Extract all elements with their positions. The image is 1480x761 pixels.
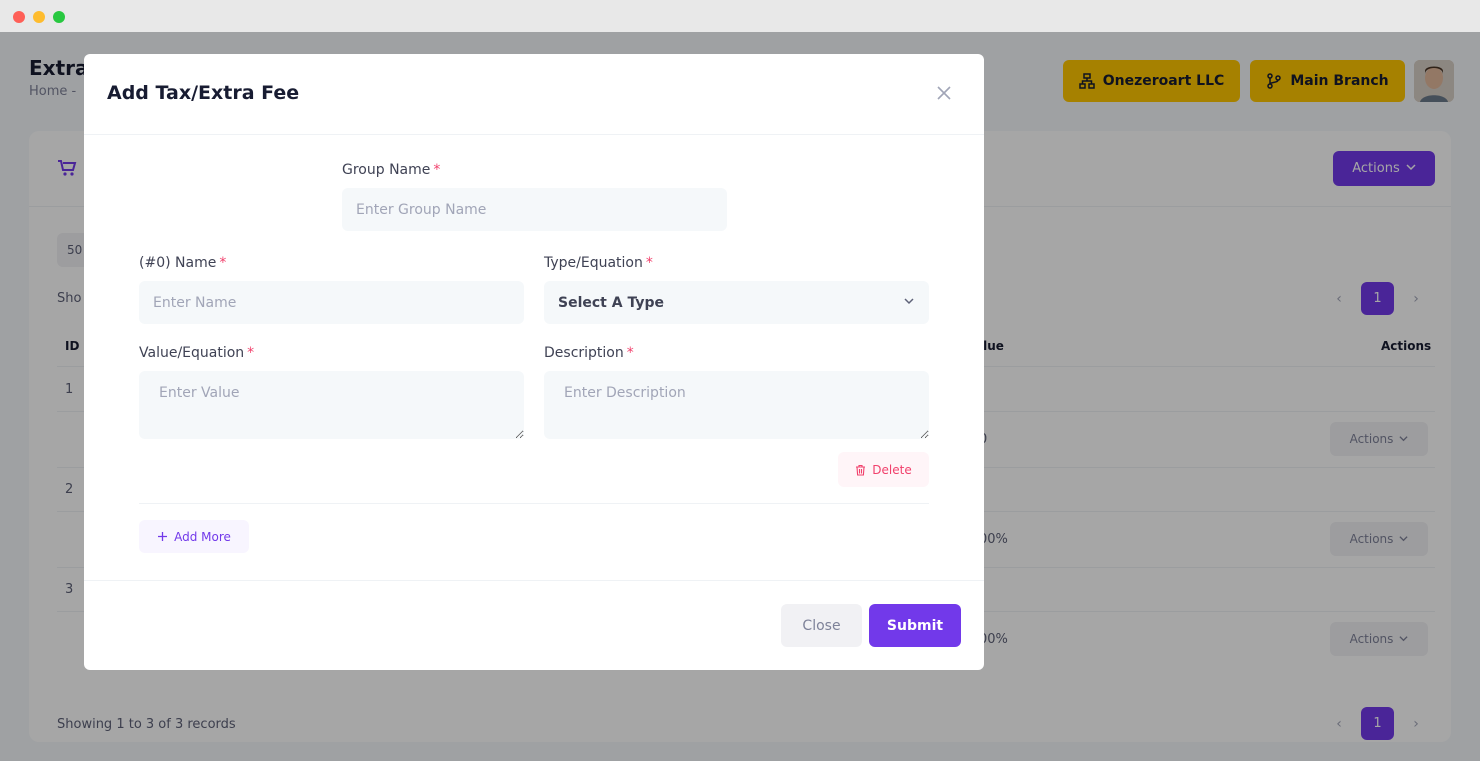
add-tax-modal: Add Tax/Extra Fee Group Name* (#0) Name*… [84,54,984,670]
delete-label: Delete [872,462,912,477]
value-label-text: Value/Equation [139,345,245,361]
window-minimize-dot[interactable] [33,11,45,23]
required-marker: * [247,345,255,361]
name-input[interactable] [139,281,524,324]
required-marker: * [626,345,634,361]
row-divider [139,503,929,504]
group-name-label-text: Group Name [342,162,431,178]
plus-icon [158,532,168,541]
type-select[interactable]: Select A Type [544,281,929,324]
trash-icon [856,464,866,476]
add-more-label: Add More [174,529,231,544]
value-label: Value/Equation * [139,345,254,361]
group-name-input[interactable] [342,188,727,231]
close-icon [937,86,951,100]
name-label-text: (#0) Name [139,255,217,271]
name-label: (#0) Name * [139,255,226,271]
delete-row-button[interactable]: Delete [838,452,929,487]
value-textarea[interactable] [139,371,524,439]
window-close-dot[interactable] [13,11,25,23]
close-button[interactable]: Close [781,604,862,647]
modal-header: Add Tax/Extra Fee [84,54,984,135]
required-marker: * [645,255,653,271]
type-select-value: Select A Type [558,294,664,311]
add-more-button[interactable]: Add More [139,520,249,553]
modal-close-button[interactable] [932,81,956,105]
group-name-label: Group Name * [342,162,440,178]
description-textarea[interactable] [544,371,929,439]
description-label: Description * [544,345,634,361]
type-label-text: Type/Equation [544,255,643,271]
modal-footer: Close Submit [84,580,984,670]
window-maximize-dot[interactable] [53,11,65,23]
modal-title: Add Tax/Extra Fee [107,82,300,104]
required-marker: * [219,255,227,271]
window-titlebar [0,0,1480,32]
description-label-text: Description [544,345,624,361]
chevron-down-icon [903,295,915,311]
submit-button[interactable]: Submit [869,604,961,647]
required-marker: * [433,162,441,178]
type-label: Type/Equation * [544,255,653,271]
